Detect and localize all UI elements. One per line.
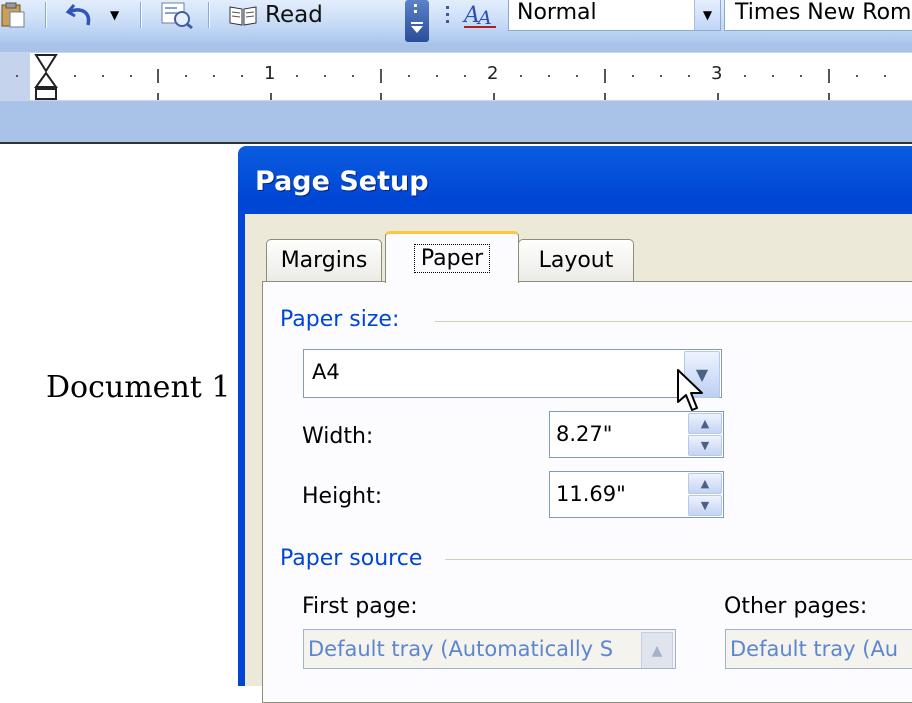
spin-up-icon[interactable]: ▲ [688,413,722,434]
font-select-value: Times New Roman [735,0,912,25]
dialog-title: Page Setup [255,166,429,197]
tab-paper[interactable]: Paper [385,231,519,283]
spin-down-icon[interactable]: ▼ [688,495,722,516]
height-spinner[interactable]: 11.69" ▲ ▼ [549,471,724,518]
document-body-text[interactable]: Document 1 [46,370,230,405]
ruler-number: 3 [711,63,723,84]
font-select[interactable]: Times New Roman [724,0,912,31]
first-page-label: First page: [302,594,418,619]
spin-up-icon[interactable]: ▲ [688,473,722,494]
standard-toolbar: ▼ Read A A Normal ▼ Times New Rom [0,0,912,45]
style-select-value: Normal [517,0,597,25]
dialog-body: Margins Layout Paper Paper size: A4 ▼ Wi… [245,214,912,703]
toolbar-separator [45,2,46,28]
first-page-tray-value: Default tray (Automatically S [308,637,614,661]
read-button-label: Read [265,2,323,28]
toolbar-separator [140,2,141,28]
toolbar-overflow-icon[interactable] [405,0,429,42]
width-label: Width: [302,424,374,449]
width-spinner[interactable]: 8.27" ▲ ▼ [549,411,724,458]
paste-icon[interactable] [0,0,26,30]
scroll-up-icon[interactable]: ▲ [641,632,673,668]
horizontal-ruler[interactable]: 1 2 3 [0,52,912,101]
tab-margins[interactable]: Margins [266,239,382,281]
mouse-cursor-icon [677,369,703,411]
ruler-number: 2 [487,63,499,84]
undo-dropdown-icon[interactable]: ▼ [110,0,119,30]
other-pages-tray-list[interactable]: Default tray (Au [725,629,912,669]
group-divider [445,559,912,560]
tab-margins-label: Margins [280,248,368,273]
spin-down-icon[interactable]: ▼ [688,435,722,456]
svg-text:A: A [476,7,492,29]
indent-marker-icon[interactable] [32,53,60,103]
width-spin-buttons[interactable]: ▲ ▼ [688,413,722,456]
style-dropdown-arrow-icon[interactable]: ▼ [694,0,720,30]
tab-paper-label: Paper [413,244,491,273]
tab-layout-label: Layout [538,248,614,273]
read-button[interactable]: Read [228,0,323,30]
paper-size-select[interactable]: A4 ▼ [303,349,722,398]
width-value: 8.27" [556,422,613,446]
ruler-number: 1 [264,63,276,84]
ruler-divider [0,142,912,144]
height-label: Height: [302,484,383,509]
paper-size-value: A4 [312,360,340,384]
style-select[interactable]: Normal ▼ [508,0,721,31]
other-pages-label: Other pages: [724,594,868,619]
height-value: 11.69" [556,482,626,506]
paper-size-group-label: Paper size: [280,307,400,332]
height-spin-buttons[interactable]: ▲ ▼ [688,473,722,516]
toolbar-separator [208,2,209,28]
research-icon[interactable] [160,0,194,30]
first-page-tray-list[interactable]: Default tray (Automatically S ▲ [303,629,676,669]
undo-icon[interactable] [64,0,96,30]
page-setup-dialog: Page Setup Margins Layout Paper Paper si… [238,146,912,703]
styles-formatting-icon[interactable]: A A [462,0,500,30]
paper-source-group-label: Paper source [280,546,423,571]
other-pages-tray-value: Default tray (Au [730,637,899,661]
book-icon [229,6,257,26]
toolbar-grip-icon[interactable] [446,6,450,26]
ruler-ticks [16,69,886,100]
tab-layout[interactable]: Layout [518,239,634,281]
group-divider [435,321,912,322]
